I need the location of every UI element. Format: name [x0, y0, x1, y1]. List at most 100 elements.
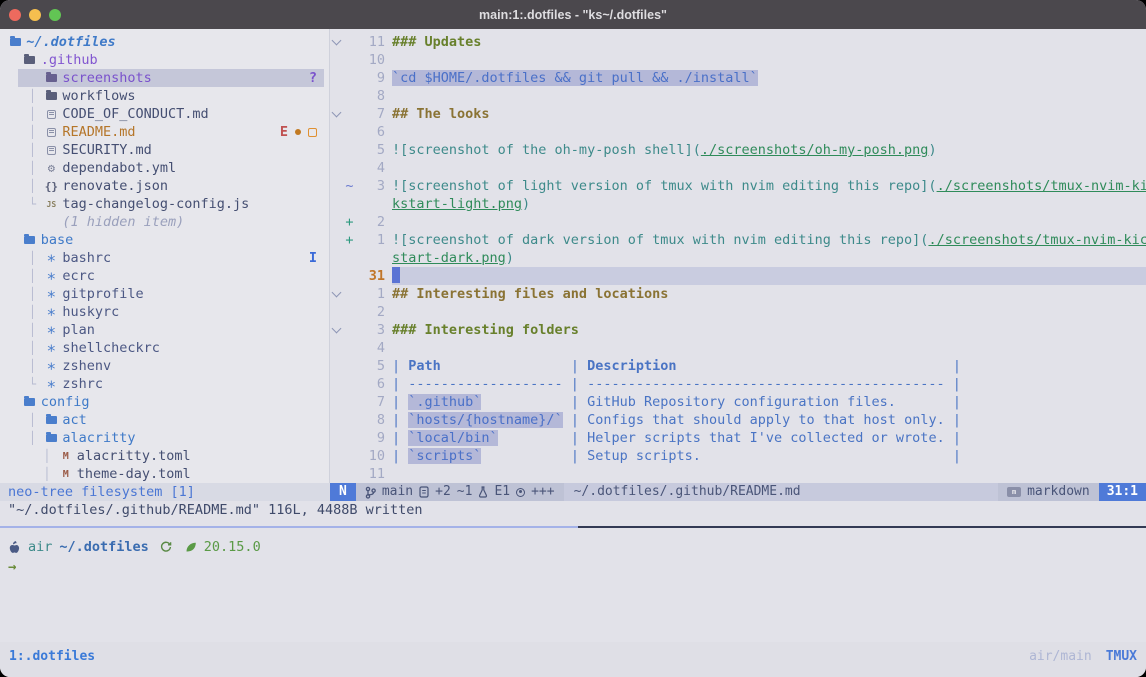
tree-item-renovate.json[interactable]: │ {}renovate.json — [0, 177, 329, 195]
line-text: ### Interesting folders — [392, 321, 1146, 339]
editor-line[interactable]: 1## Interesting files and locations — [330, 285, 1146, 303]
vim-mode-indicator: N — [330, 483, 356, 501]
tree-item-screenshots[interactable]: screenshots? — [0, 69, 329, 87]
editor-line[interactable]: 4 — [330, 159, 1146, 177]
tmux-pane-divider[interactable] — [0, 526, 1146, 528]
tree-item-alacritty[interactable]: │ alacritty — [0, 429, 329, 447]
editor-line[interactable]: 2 — [330, 303, 1146, 321]
editor-line[interactable]: 6| ------------------- | ---------------… — [330, 375, 1146, 393]
editor-line[interactable]: 5| Path | Description | — [330, 357, 1146, 375]
editor-line[interactable]: 5![screenshot of the oh-my-posh shell](.… — [330, 141, 1146, 159]
fold-column — [330, 123, 343, 141]
tree-item-huskyrc[interactable]: │ *huskyrc — [0, 303, 329, 321]
fold-column — [330, 375, 343, 393]
fold-column — [330, 429, 343, 447]
editor-line[interactable]: 9`cd $HOME/.dotfiles && git pull && ./in… — [330, 69, 1146, 87]
tmux-window-tab[interactable]: 1:.dotfiles — [9, 648, 95, 677]
editor-line[interactable]: 10| `scripts` | Setup scripts. | — [330, 447, 1146, 465]
line-number: 4 — [356, 159, 385, 177]
editor-line[interactable]: 7| `.github` | GitHub Repository configu… — [330, 393, 1146, 411]
line-text: ![screenshot of dark version of tmux wit… — [392, 231, 1146, 249]
traffic-lights — [9, 0, 61, 29]
close-button[interactable] — [9, 9, 21, 21]
editor-line[interactable]: 3 ### Interesting folders — [330, 321, 1146, 339]
line-number: 2 — [356, 213, 385, 231]
tree-item-label: huskyrc — [62, 304, 119, 320]
tree-item-label: bashrc — [62, 250, 111, 266]
gitsign-column — [343, 33, 356, 51]
tree-item-ecrc[interactable]: │ *ecrc — [0, 267, 329, 285]
zoom-button[interactable] — [49, 9, 61, 21]
tree-indent-guide: │ — [0, 323, 43, 337]
editor-line[interactable]: 6 — [330, 123, 1146, 141]
tree-item-gitprofile[interactable]: │ *gitprofile — [0, 285, 329, 303]
tree-item-.github[interactable]: .github — [0, 51, 329, 69]
tree-item-label: config — [41, 394, 90, 410]
fold-chevron-icon — [332, 108, 342, 118]
tree-item-label: .github — [41, 52, 98, 68]
asterisk-file-icon: * — [43, 303, 59, 321]
editor-line[interactable]: 7## The looks — [330, 105, 1146, 123]
gitsign-column — [343, 447, 356, 465]
editor-line[interactable]: 31 — [330, 267, 1146, 285]
nodejs-leaf-icon — [185, 541, 197, 553]
editor-line[interactable]: ~3![screenshot of light version of tmux … — [330, 177, 1146, 195]
editor-line[interactable]: 11 — [330, 465, 1146, 483]
line-text: start-dark.png) — [392, 249, 1146, 267]
gitsign-column: ~ — [343, 177, 356, 195]
editor-line[interactable]: kstart-light.png) — [330, 195, 1146, 213]
editor-line[interactable]: 4 — [330, 339, 1146, 357]
tree-item-config[interactable]: config — [0, 393, 329, 411]
tree-item-tag-changelog-config.js[interactable]: └ JStag-changelog-config.js — [0, 195, 329, 213]
tree-item-workflows[interactable]: │ workflows — [0, 87, 329, 105]
gitsign-column — [343, 285, 356, 303]
tree-item-bashrc[interactable]: │ *bashrcI — [0, 249, 329, 267]
tree-item--1-hidden-item-[interactable]: (1 hidden item) — [0, 213, 329, 231]
tree-item-dependabot.yml[interactable]: │ ⚙dependabot.yml — [0, 159, 329, 177]
line-text: | ------------------- | ----------------… — [392, 375, 1146, 393]
editor-line[interactable]: 8 — [330, 87, 1146, 105]
tree-item-theme-day.toml[interactable]: │ Mtheme-day.toml — [0, 465, 329, 483]
tree-item-base[interactable]: base — [0, 231, 329, 249]
statusline-extra: +++ — [531, 483, 554, 501]
editor-line[interactable]: 10 — [330, 51, 1146, 69]
tree-item-security.md[interactable]: │ SECURITY.md — [0, 141, 329, 159]
markdown-file-icon — [43, 123, 59, 141]
diff-modified: ~1 — [457, 483, 473, 501]
ibeam-cursor: I — [309, 250, 317, 266]
neo-tree-panel[interactable]: ~/.dotfiles .github screenshots? │ workf… — [0, 29, 330, 483]
tree-item-alacritty.toml[interactable]: │ Malacritty.toml — [0, 447, 329, 465]
line-number: 3 — [356, 321, 385, 339]
fold-column — [330, 249, 343, 267]
tree-item-label: alacritty.toml — [77, 448, 191, 464]
line-number: 8 — [356, 411, 385, 429]
tree-item-zshrc[interactable]: └ *zshrc — [0, 375, 329, 393]
fold-column — [330, 69, 343, 87]
editor-line[interactable]: 11### Updates — [330, 33, 1146, 51]
tree-item-label: plan — [62, 322, 95, 338]
apple-icon — [8, 540, 21, 554]
markdown-file-icon — [43, 105, 59, 123]
tree-item-shellcheckrc[interactable]: │ *shellcheckrc — [0, 339, 329, 357]
tree-indent-guide: │ — [0, 287, 43, 301]
editor-line[interactable]: +2 — [330, 213, 1146, 231]
prompt-arrow: → — [8, 559, 16, 575]
line-text: ### Updates — [392, 33, 1146, 51]
editor-line[interactable]: 8| `hosts/{hostname}/` | Configs that sh… — [330, 411, 1146, 429]
tree-item-act[interactable]: │ act — [0, 411, 329, 429]
diagnostic-error-badge: E — [280, 124, 288, 140]
tree-item--.dotfiles[interactable]: ~/.dotfiles — [0, 33, 329, 51]
json-braces-icon: {} — [43, 177, 59, 195]
editor-line[interactable]: start-dark.png) — [330, 249, 1146, 267]
fold-column — [330, 141, 343, 159]
editor-line[interactable]: +1![screenshot of dark version of tmux w… — [330, 231, 1146, 249]
tree-item-code-of-conduct.md[interactable]: │ CODE_OF_CONDUCT.md — [0, 105, 329, 123]
shell-prompt: air ~/.dotfiles 20.15.0 — [8, 537, 261, 557]
minimize-button[interactable] — [29, 9, 41, 21]
folder-open-icon — [43, 429, 59, 447]
tree-item-readme.md[interactable]: │ README.mdE — [0, 123, 329, 141]
editor-pane[interactable]: 11### Updates109`cd $HOME/.dotfiles && g… — [330, 29, 1146, 483]
tree-item-zshenv[interactable]: │ *zshenv — [0, 357, 329, 375]
tree-item-plan[interactable]: │ *plan — [0, 321, 329, 339]
editor-line[interactable]: 9| `local/bin` | Helper scripts that I'v… — [330, 429, 1146, 447]
